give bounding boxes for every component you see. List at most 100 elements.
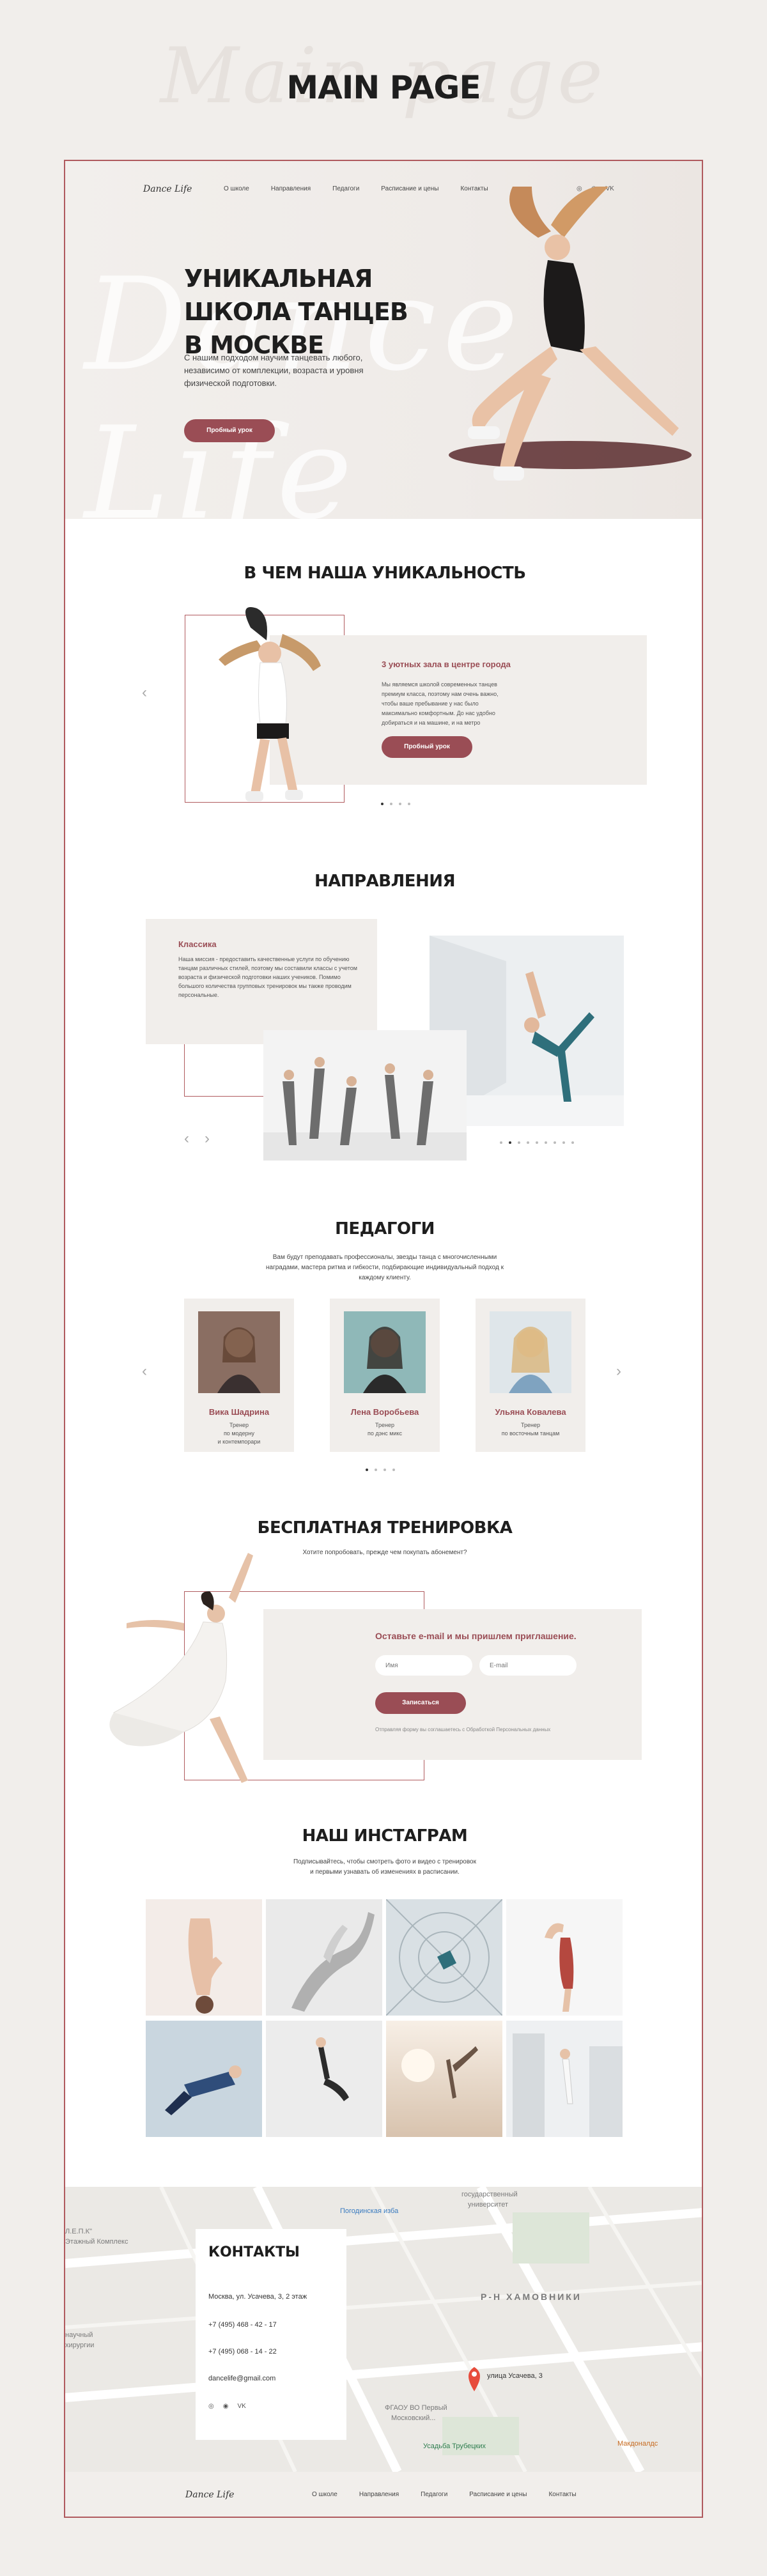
teachers-next-arrow[interactable]: ›: [616, 1362, 621, 1380]
page-frame: Dance Life Dance Life О школе Направлени…: [64, 160, 703, 2518]
teachers-prev-arrow[interactable]: ‹: [142, 1362, 147, 1380]
map-label: университет: [468, 2201, 509, 2209]
hero-dancer-image: [449, 187, 692, 481]
contacts-email[interactable]: dancelife@gmail.com: [208, 2375, 275, 2382]
presentation-title: MAIN PAGE: [286, 69, 481, 106]
map[interactable]: Погодинская изба Л.Е.П.К" Этажный Компле…: [65, 2187, 702, 2472]
trial-lesson-button[interactable]: Пробный урок: [184, 419, 275, 442]
contacts-social: ◎ ◉ VK: [208, 2403, 246, 2410]
directions-prev-arrow[interactable]: ‹: [184, 1130, 189, 1148]
carousel-dot[interactable]: [390, 803, 392, 805]
footer-link-about[interactable]: О школе: [312, 2491, 337, 2498]
map-label: Усадьба Трубецких: [423, 2442, 486, 2450]
instagram-post[interactable]: [266, 2021, 382, 2137]
teacher-photo: [344, 1311, 426, 1393]
map-label: Погодинская изба: [340, 2207, 399, 2215]
directions-card-title: Классика: [178, 939, 217, 949]
nav-link-about[interactable]: О школе: [224, 185, 249, 192]
teacher-name: Лена Воробьева: [350, 1407, 419, 1417]
footer-link-directions[interactable]: Направления: [359, 2491, 399, 2498]
instagram-post[interactable]: [146, 1899, 262, 2016]
carousel-dot[interactable]: [381, 803, 384, 805]
teacher-name: Ульяна Ковалева: [495, 1407, 566, 1417]
map-label: государственный: [461, 2191, 518, 2198]
unique-dancer-image: [219, 607, 321, 801]
instagram-post[interactable]: [506, 2021, 623, 2137]
carousel-dot[interactable]: [500, 1141, 502, 1144]
contacts-card: КОНТАКТЫ Москва, ул. Усачева, 3, 2 этаж …: [196, 2229, 346, 2440]
name-input[interactable]: [375, 1655, 472, 1676]
carousel-dot[interactable]: [399, 803, 401, 805]
unique-section-title: В ЧЕМ НАША УНИКАЛЬНОСТЬ: [244, 564, 526, 583]
instagram-post[interactable]: [146, 2021, 262, 2137]
carousel-dot[interactable]: [408, 803, 410, 805]
teacher-role: Тренер по модерну и контемпорари: [217, 1422, 261, 1445]
carousel-dot[interactable]: [527, 1141, 529, 1144]
unique-prev-arrow[interactable]: ‹: [142, 684, 147, 702]
teacher-card[interactable]: Вика Шадрина Тренер по модерну и контемп…: [184, 1299, 294, 1452]
instagram-post[interactable]: [266, 1899, 382, 2016]
instagram-section-title: НАШ ИНСТАГРАМ: [302, 1826, 468, 1846]
directions-section-title: НАПРАВЛЕНИЯ: [314, 872, 456, 891]
instagram-icon[interactable]: ◎: [208, 2403, 214, 2410]
directions-carousel-dots: [500, 1141, 574, 1144]
unique-carousel-dots: [381, 803, 410, 805]
carousel-dot[interactable]: [366, 1469, 368, 1471]
footer-logo[interactable]: Dance Life: [185, 2490, 234, 2500]
free-form-title: Оставьте e-mail и мы пришлем приглашение…: [375, 1631, 577, 1641]
footer-link-contacts[interactable]: Контакты: [548, 2491, 576, 2498]
carousel-dot[interactable]: [545, 1141, 547, 1144]
free-section-subtitle: Хотите попробовать, прежде чем покупать …: [302, 1549, 467, 1556]
teachers-section-title: ПЕДАГОГИ: [335, 1219, 435, 1238]
map-label: хирургии: [65, 2341, 95, 2349]
contacts-address: Москва, ул. Усачева, 3, 2 этаж: [208, 2293, 307, 2301]
teacher-card[interactable]: Ульяна Ковалева Тренер по восточным танц…: [476, 1299, 585, 1452]
carousel-dot[interactable]: [375, 1469, 377, 1471]
contacts-title: КОНТАКТЫ: [208, 2244, 300, 2260]
footer-link-teachers[interactable]: Педагоги: [421, 2491, 447, 2498]
carousel-dot[interactable]: [536, 1141, 538, 1144]
footer-link-schedule[interactable]: Расписание и цены: [469, 2491, 527, 2498]
logo[interactable]: Dance Life: [143, 184, 192, 194]
vk-icon[interactable]: VK: [237, 2403, 245, 2410]
carousel-dot[interactable]: [571, 1141, 574, 1144]
free-dancer-image: [109, 1553, 253, 1783]
teacher-name: Вика Шадрина: [208, 1407, 270, 1417]
hero-section: Dance Life Dance Life О школе Направлени…: [65, 161, 702, 548]
footer-links: О школе Направления Педагоги Расписание …: [312, 2491, 577, 2498]
instagram-post[interactable]: [506, 1899, 623, 2016]
contacts-phone-2[interactable]: +7 (495) 068 - 14 - 22: [208, 2348, 277, 2356]
carousel-dot[interactable]: [562, 1141, 565, 1144]
carousel-dot[interactable]: [554, 1141, 556, 1144]
map-roads: [65, 2187, 702, 2472]
carousel-dot[interactable]: [509, 1141, 511, 1144]
map-label: научный: [65, 2331, 93, 2339]
footer: Dance Life О школе Направления Педагоги …: [65, 2472, 702, 2517]
teachers-section-subtitle: Вам будут преподавать профессионалы, зве…: [266, 1254, 504, 1281]
teacher-role: Тренер по дэнс микс: [367, 1422, 403, 1437]
map-label: Л.Е.П.К": [65, 2228, 92, 2235]
contacts-phone-1[interactable]: +7 (495) 468 - 42 - 17: [208, 2321, 277, 2329]
map-label: Макдоналдс: [617, 2440, 658, 2448]
instagram-post[interactable]: [386, 2021, 502, 2137]
whatsapp-icon[interactable]: ◉: [223, 2403, 229, 2410]
instagram-post[interactable]: [386, 1899, 502, 2016]
directions-next-arrow[interactable]: ›: [205, 1130, 210, 1148]
unique-card-title: 3 уютных зала в центре города: [382, 659, 511, 669]
directions-card-text: Наша миссия - предоставить качественные …: [178, 956, 357, 998]
signup-button[interactable]: Записаться: [375, 1692, 466, 1714]
privacy-note[interactable]: Отправляя форму вы соглашаетесь с Обрабо…: [375, 1727, 550, 1732]
instagram-section-subtitle: Подписывайтесь, чтобы смотреть фото и ви…: [293, 1858, 476, 1876]
directions-group-image: [263, 1030, 467, 1161]
map-label: улица Усачева, 3: [487, 2372, 543, 2380]
email-input[interactable]: [479, 1655, 577, 1676]
carousel-dot[interactable]: [384, 1469, 386, 1471]
teacher-card[interactable]: Лена Воробьева Тренер по дэнс микс: [330, 1299, 440, 1452]
carousel-dot[interactable]: [518, 1141, 520, 1144]
map-label: ФГАОУ ВО Первый: [385, 2404, 447, 2412]
teacher-photo: [490, 1311, 571, 1393]
nav-link-directions[interactable]: Направления: [271, 185, 311, 192]
map-label: Московский...: [391, 2414, 436, 2422]
unique-trial-button[interactable]: Пробный урок: [382, 736, 472, 758]
carousel-dot[interactable]: [392, 1469, 395, 1471]
